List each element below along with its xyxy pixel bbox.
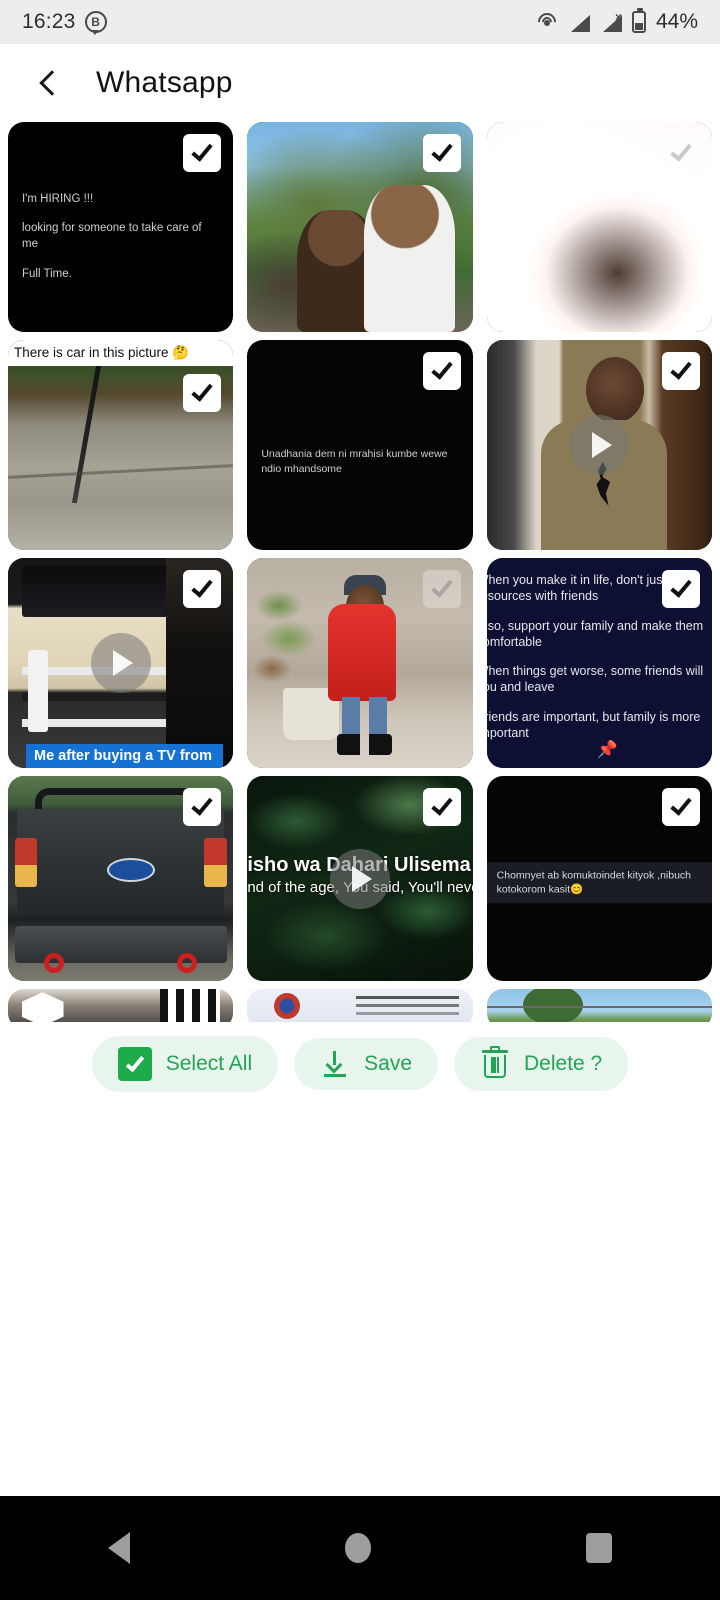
nav-back-icon[interactable] [107,1532,130,1564]
grid-item-partial-3[interactable] [486,989,712,1022]
status-bar-right: × 44% [534,8,698,35]
text-line: looking for someone to take care of me [22,222,202,250]
photo-thumbnail [8,340,234,550]
play-icon[interactable] [90,633,151,693]
text-line: Unadhania dem ni mrahisi kumbe wewe ndio… [261,447,448,475]
select-all-button[interactable]: Select All [91,1036,279,1092]
grid-item-dahari-video[interactable]: isho wa Dahari Ulisema H nd of the age, … [247,776,473,981]
text-line: comfortable [487,634,542,649]
text-line: Chomnyet ab komuktoindet kityok ,nibuch … [496,868,692,896]
delete-label: Delete ? [524,1052,603,1075]
selection-checkbox[interactable] [183,374,222,412]
delete-button[interactable]: Delete ? [454,1037,629,1091]
play-icon[interactable] [569,415,630,475]
grid-item-ford-ranger-photo[interactable] [8,776,234,981]
save-button[interactable]: Save [294,1038,439,1090]
selection-checkbox[interactable] [422,134,461,172]
grid-item-partial-1[interactable] [8,989,234,1022]
selection-checkbox[interactable] [183,134,222,172]
status-time: 16:23 [22,10,76,33]
download-icon [320,1049,350,1079]
photo-caption: There is car in this picture 🤔 [8,340,234,366]
grid-item-car-in-picture-photo[interactable]: There is car in this picture 🤔 [8,340,234,550]
selection-checkbox[interactable] [422,570,461,608]
action-bar: Select All Save Delete ? [0,1028,720,1100]
nav-home-icon[interactable] [344,1533,371,1563]
grid-item-family-advice-navy-card[interactable]: When you make it in life, don't just enj… [486,558,712,768]
text-card-body: Chomnyet ab komuktoindet kityok ,nibuch … [486,861,712,904]
cast-icon [534,9,560,35]
checkbox-checked-icon [117,1047,152,1081]
grid-item-child-backpack-photo[interactable] [247,558,473,768]
grid-item-tv-purchase-video[interactable]: Me after buying a TV from [8,558,234,768]
media-grid: I'm HIRING !!! looking for someone to ta… [0,122,720,981]
bluetooth-b-icon: B [84,11,107,35]
battery-icon [631,8,646,33]
trash-icon [480,1046,510,1080]
status-bar-left: 16:23 B [22,10,107,35]
grid-item-partial-2[interactable] [247,989,473,1022]
grid-item-father-and-child-photo[interactable] [247,122,473,332]
text-line: Friends are important, but family is mor… [486,709,701,724]
selection-checkbox[interactable] [422,788,461,826]
video-caption: Me after buying a TV from [26,744,224,768]
back-button[interactable] [28,62,70,104]
selection-checkbox[interactable] [422,352,461,390]
screen-root: 16:23 B × 44% Whatsapp I'm HIRING !!! lo… [0,0,720,1600]
text-line: Full Time. [22,267,72,280]
text-line: When things get worse, some friends will [486,664,704,678]
signal-no-service-icon: × [600,10,622,32]
text-line: Also, support your family and make them [486,618,704,633]
save-label: Save [364,1052,413,1075]
grid-item-hoodie-video[interactable] [486,340,712,550]
app-bar: Whatsapp [0,44,720,122]
battery-percent: 44% [655,10,698,33]
signal-icon [568,13,590,32]
grid-item-hiring-text[interactable]: I'm HIRING !!! looking for someone to ta… [8,122,234,332]
text-line: I'm HIRING !!! [22,192,94,205]
media-grid-scroll[interactable]: I'm HIRING !!! looking for someone to ta… [0,122,720,1022]
play-icon[interactable] [329,848,390,909]
text-line: you and leave [487,680,555,695]
selection-checkbox[interactable] [183,570,222,608]
back-chevron-icon [39,70,65,96]
selection-checkbox[interactable] [661,788,700,826]
grid-item-overexposed-selfie[interactable] [486,122,712,332]
page-title: Whatsapp [96,66,233,99]
pushpin-emoji-icon: 📌 [596,740,618,759]
system-navigation-bar [0,1496,720,1600]
select-all-label: Select All [165,1052,253,1075]
grid-item-swahili-text-card[interactable]: Unadhania dem ni mrahisi kumbe wewe ndio… [247,340,473,550]
nav-recents-icon[interactable] [586,1533,613,1563]
text-line: important [487,725,529,740]
selection-checkbox[interactable] [661,352,700,390]
media-grid-partial-row [0,989,720,1022]
status-bar: 16:23 B × 44% [0,0,720,44]
selection-checkbox[interactable] [661,134,700,172]
selection-checkbox[interactable] [183,788,222,826]
selection-checkbox[interactable] [661,570,700,608]
grid-item-kalenjin-text-card[interactable]: Chomnyet ab komuktoindet kityok ,nibuch … [486,776,712,981]
